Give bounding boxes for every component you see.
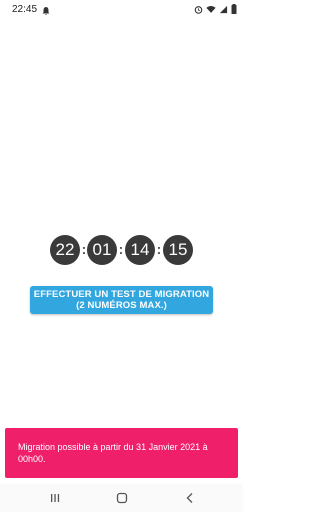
status-bar: 22:45 bbox=[0, 0, 243, 20]
recent-apps-icon[interactable] bbox=[48, 491, 62, 505]
countdown-seconds: 14 bbox=[125, 235, 155, 265]
countdown-timer: 22 : 01 : 14 : 15 bbox=[0, 235, 243, 265]
countdown-separator: : bbox=[156, 241, 162, 257]
snackbar-message: Migration possible à partir du 31 Janvie… bbox=[18, 442, 208, 464]
notification-icon bbox=[41, 3, 51, 21]
countdown-separator: : bbox=[118, 241, 124, 257]
migration-snackbar: Migration possible à partir du 31 Janvie… bbox=[5, 428, 238, 478]
battery-icon bbox=[231, 4, 237, 14]
countdown-minutes: 01 bbox=[87, 235, 117, 265]
status-time: 22:45 bbox=[12, 4, 38, 15]
back-icon[interactable] bbox=[183, 491, 197, 505]
navigation-bar bbox=[0, 484, 243, 512]
countdown-hours: 22 bbox=[50, 235, 80, 265]
wifi-icon bbox=[206, 5, 216, 14]
alarm-icon bbox=[194, 5, 203, 14]
migration-test-button[interactable]: EFFECTUER UN TEST DE MIGRATION (2 NUMÉRO… bbox=[30, 286, 213, 314]
countdown-frames: 15 bbox=[163, 235, 193, 265]
status-icons bbox=[194, 4, 237, 14]
signal-icon bbox=[219, 5, 228, 14]
home-icon[interactable] bbox=[115, 491, 129, 505]
